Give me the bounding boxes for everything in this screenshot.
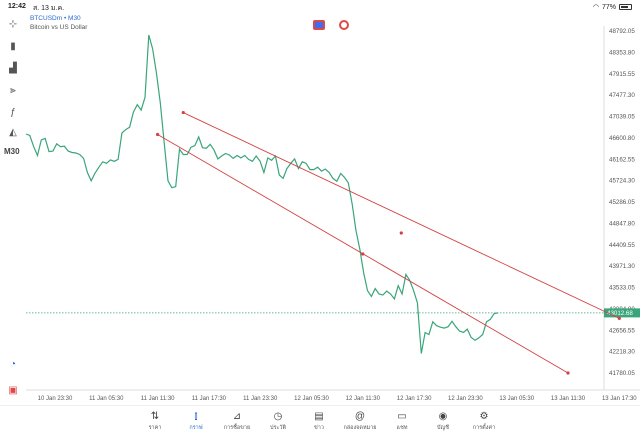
history-icon: ◷ [273,411,283,422]
nav-news[interactable]: ▤ ข่าว [299,410,339,432]
symbol-header: BTCUSDm • M30 Bitcoin vs US Dollar [30,14,87,32]
price-tick-label: 43533.05 [609,285,635,292]
one-click-trading-icon[interactable]: ▣ [4,382,22,398]
nav-mailbox[interactable]: @ กล่องจดหมาย [340,410,380,432]
news-icon: ▤ [314,411,324,422]
time-tick-label: 13 Jan 17:30 [602,396,637,402]
left-toolbar: ⊹ ▮ ▟ ⫸ ƒ ◭ M30 ◔ ▣ [0,14,26,409]
nav-chat[interactable]: ▭ แชท [382,410,422,432]
time-tick-label: 11 Jan 23:30 [243,396,278,402]
time-tick-label: 10 Jan 23:30 [38,396,73,402]
trendline-2 [183,112,620,319]
function-icon[interactable]: ƒ [4,104,22,120]
price-tick-label: 48792.05 [609,28,635,35]
nav-settings[interactable]: ⚙ การตั้งค่า [464,410,504,432]
price-tick-label: 46162.55 [609,156,635,163]
trendline-anchor [156,132,160,137]
price-tick-label: 47915.55 [609,71,635,78]
time-tick-label: 12 Jan 05:30 [294,396,329,402]
quotes-icon: ⇅ [150,411,160,422]
trendline-anchor [361,252,365,256]
price-tick-label: 42218.30 [609,349,635,356]
trendline-anchor [566,371,570,375]
time-tick-label: 12 Jan 11:30 [346,396,381,402]
price-tick-label: 42656.55 [609,327,635,334]
trendline-anchor [399,231,403,235]
time-tick-label: 11 Jan 17:30 [192,396,227,402]
price-tick-label: 45286.05 [609,199,635,206]
chat-icon: ▭ [397,411,407,422]
price-tick-label: 48353.80 [609,49,635,56]
symbol-description: Bitcoin vs US Dollar [30,24,88,31]
trade-panel-icon[interactable] [313,20,325,30]
timeframe-button[interactable]: M30 [4,147,20,156]
trendline-anchor [617,316,621,320]
candles-icon[interactable]: ▮ [4,38,22,54]
mailbox-icon: @ [354,411,366,422]
symbol-name[interactable]: BTCUSDm • M30 [30,14,87,23]
time-tick-label: 11 Jan 11:30 [141,396,175,402]
time-tick-label: 13 Jan 11:30 [551,396,586,402]
time-tick-label: 13 Jan 05:30 [499,396,534,402]
price-tick-label: 45724.30 [609,178,635,185]
current-price-label: 43012.68 [607,310,633,317]
nav-account[interactable]: ◉ บัญชี [423,410,463,432]
price-tick-label: 43971.30 [609,263,635,270]
settings-icon: ⚙ [479,411,489,422]
bottom-nav: ⇅ ราคา ⫾ กราฟ ⊿ การซื้อขาย ◷ ประวัติ ▤ ข่าว @… [0,405,640,447]
crosshair-icon[interactable]: ⊹ [4,16,22,32]
trade-icon: ⊿ [232,411,242,422]
time-tick-label: 11 Jan 05:30 [89,396,124,402]
trendline-anchor [181,110,185,115]
price-tick-label: 47039.05 [609,114,635,121]
price-tick-label: 41780.05 [609,370,635,377]
price-tick-label: 44409.55 [609,242,635,249]
nav-quotes[interactable]: ⇅ ราคา [135,410,175,432]
signal-icon[interactable]: ◔ [4,356,22,372]
chart-type-icon[interactable]: ▟ [4,60,22,76]
price-tick-label: 46600.80 [609,135,635,142]
price-series-line [25,34,499,354]
header-icons [313,20,349,30]
account-icon: ◉ [438,411,448,422]
price-tick-label: 44847.80 [609,220,635,227]
time-tick-label: 12 Jan 23:30 [448,396,483,402]
price-chart[interactable]: 48792.05 48353.80 47915.55 47477.30 47039.05… [0,0,640,447]
chart-icon: ⫾ [194,411,198,422]
nav-chart[interactable]: ⫾ กราฟ [176,410,216,432]
price-tick-label: 47477.30 [609,92,635,99]
nav-trade[interactable]: ⊿ การซื้อขาย [217,410,257,432]
time-tick-label: 12 Jan 17:30 [397,396,432,402]
shapes-icon[interactable]: ◭ [4,124,22,140]
nav-history[interactable]: ◷ ประวัติ [258,410,298,432]
indicators-icon[interactable]: ⫸ [4,82,22,98]
refresh-icon[interactable] [339,20,349,30]
